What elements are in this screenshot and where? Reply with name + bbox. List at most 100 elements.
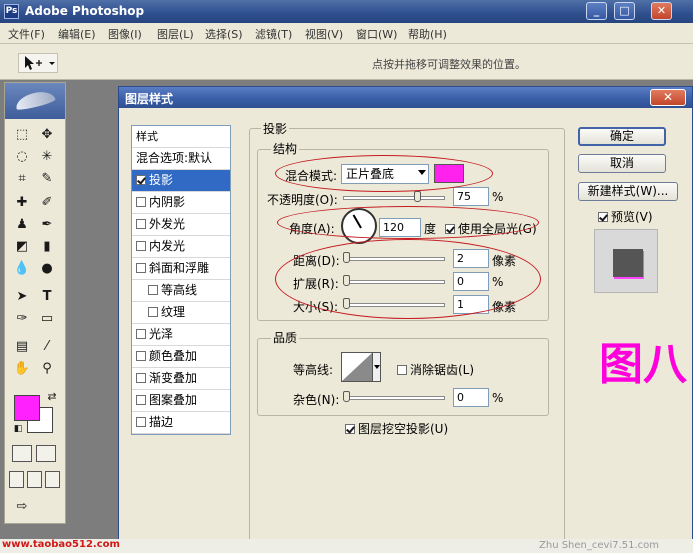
style-item-contour[interactable]: 等高线 <box>132 280 230 302</box>
dodge-tool-icon[interactable]: ● <box>36 259 58 279</box>
ok-button[interactable]: 确定 <box>578 127 666 146</box>
inner-glow-checkbox[interactable] <box>136 241 146 251</box>
anti-alias-checkbox[interactable] <box>397 365 407 375</box>
preview-thumbnail <box>613 249 643 277</box>
move-tool-icon[interactable]: ✥ <box>36 125 58 145</box>
foreground-color[interactable] <box>14 395 40 421</box>
outer-glow-checkbox[interactable] <box>136 219 146 229</box>
screen-mode-menu[interactable] <box>27 471 42 488</box>
healing-brush-icon[interactable]: ✚ <box>11 193 33 213</box>
app-title: Adobe Photoshop <box>25 4 145 18</box>
history-brush-icon[interactable]: ✒ <box>36 215 58 235</box>
notes-tool-icon[interactable]: ▤ <box>11 337 33 357</box>
eyedropper-icon[interactable]: ⁄ <box>36 337 58 357</box>
menu-view[interactable]: 视图(V) <box>305 26 343 42</box>
minimize-button[interactable]: _ <box>586 2 607 20</box>
zoom-tool-icon[interactable]: ⚲ <box>36 359 58 379</box>
inner-shadow-checkbox[interactable] <box>136 197 146 207</box>
toolbox-header <box>5 83 65 119</box>
opacity-slider[interactable] <box>343 196 445 200</box>
contour-checkbox[interactable] <box>148 285 158 295</box>
knockout-option[interactable]: 图层挖空投影(U) <box>345 420 448 437</box>
dialog-close-button[interactable]: ✕ <box>650 89 686 106</box>
noise-slider-handle[interactable] <box>343 391 350 402</box>
menu-help[interactable]: 帮助(H) <box>408 26 447 42</box>
knockout-checkbox[interactable] <box>345 424 355 434</box>
stamp-tool-icon[interactable]: ♟ <box>11 215 33 235</box>
type-tool-icon[interactable]: T <box>36 287 58 307</box>
brush-tool-icon[interactable]: ✐ <box>36 193 58 213</box>
style-item-satin[interactable]: 光泽 <box>132 324 230 346</box>
opacity-label: 不透明度(O): <box>267 193 338 207</box>
default-colors-icon[interactable]: ◧ <box>7 419 29 439</box>
marquee-tool-icon[interactable]: ⬚ <box>11 125 33 145</box>
style-list-header[interactable]: 样式 <box>132 126 230 148</box>
color-overlay-checkbox[interactable] <box>136 351 146 361</box>
new-style-button[interactable]: 新建样式(W)... <box>578 182 678 201</box>
cancel-button[interactable]: 取消 <box>578 154 666 173</box>
eraser-tool-icon[interactable]: ◩ <box>11 237 33 257</box>
hand-tool-icon[interactable]: ✋ <box>11 359 33 379</box>
options-hint: 点按并拖移可调整效果的位置。 <box>372 58 526 71</box>
style-item-color-overlay[interactable]: 颜色叠加 <box>132 346 230 368</box>
magic-wand-icon[interactable]: ✳ <box>36 147 58 167</box>
feather-logo-icon <box>13 88 57 112</box>
style-item-pattern-overlay[interactable]: 图案叠加 <box>132 390 230 412</box>
screen-mode-standard[interactable] <box>9 471 24 488</box>
noise-slider[interactable] <box>343 396 445 400</box>
texture-checkbox[interactable] <box>148 307 158 317</box>
screen-mode-full[interactable] <box>45 471 60 488</box>
satin-checkbox[interactable] <box>136 329 146 339</box>
contour-picker[interactable] <box>341 352 381 382</box>
quick-mask-button[interactable] <box>36 445 56 462</box>
style-item-drop-shadow[interactable]: 投影 <box>132 170 230 192</box>
style-item-gradient-overlay[interactable]: 渐变叠加 <box>132 368 230 390</box>
opacity-input[interactable]: 75 <box>453 187 489 206</box>
path-select-icon[interactable]: ➤ <box>11 287 33 307</box>
style-item-texture[interactable]: 纹理 <box>132 302 230 324</box>
bevel-emboss-checkbox[interactable] <box>136 263 146 273</box>
chevron-down-icon[interactable] <box>372 353 380 381</box>
menu-select[interactable]: 选择(S) <box>205 26 243 42</box>
preview-checkbox[interactable] <box>598 212 608 222</box>
preview-option[interactable]: 预览(V) <box>598 208 653 225</box>
pattern-overlay-checkbox[interactable] <box>136 395 146 405</box>
tool-preset-picker[interactable] <box>18 53 58 73</box>
noise-input[interactable]: 0 <box>453 388 489 407</box>
shape-tool-icon[interactable]: ▭ <box>36 309 58 329</box>
standard-mode-button[interactable] <box>12 445 32 462</box>
style-item-stroke[interactable]: 描边 <box>132 412 230 434</box>
slice-tool-icon[interactable]: ✎ <box>36 169 58 189</box>
swap-colors-icon[interactable]: ⇄ <box>41 387 63 407</box>
crop-tool-icon[interactable]: ⌗ <box>11 169 33 189</box>
menu-image[interactable]: 图像(I) <box>108 26 142 42</box>
noise-label: 杂色(N): <box>293 393 340 407</box>
stroke-checkbox[interactable] <box>136 417 146 427</box>
menu-window[interactable]: 窗口(W) <box>356 26 397 42</box>
style-item-inner-shadow[interactable]: 内阴影 <box>132 192 230 214</box>
close-button[interactable]: ✕ <box>651 2 672 20</box>
menu-layer[interactable]: 图层(L) <box>157 26 194 42</box>
drop-shadow-checkbox[interactable] <box>136 175 146 185</box>
gradient-overlay-checkbox[interactable] <box>136 373 146 383</box>
pen-tool-icon[interactable]: ✑ <box>11 309 33 329</box>
style-item-bevel-emboss[interactable]: 斜面和浮雕 <box>132 258 230 280</box>
contour-preview-icon <box>342 353 372 381</box>
jump-to-imageready-icon[interactable]: ⇨ <box>11 497 33 517</box>
maximize-button[interactable]: □ <box>614 2 635 20</box>
style-item-inner-glow[interactable]: 内发光 <box>132 236 230 258</box>
lasso-tool-icon[interactable]: ◌ <box>11 147 33 167</box>
menu-filter[interactable]: 滤镜(T) <box>255 26 292 42</box>
opacity-slider-handle[interactable] <box>414 191 422 202</box>
anti-alias-option[interactable]: 消除锯齿(L) <box>397 361 474 378</box>
figure-label: 图八 <box>599 339 687 390</box>
blur-tool-icon[interactable]: 💧 <box>11 259 33 279</box>
drop-shadow-title: 投影 <box>261 120 290 137</box>
menu-file[interactable]: 文件(F) <box>8 26 45 42</box>
menu-edit[interactable]: 编辑(E) <box>58 26 96 42</box>
move-tool-icon <box>25 56 55 70</box>
blend-options-item[interactable]: 混合选项:默认 <box>132 148 230 170</box>
gradient-tool-icon[interactable]: ▮ <box>36 237 58 257</box>
style-preview <box>594 229 658 293</box>
style-item-outer-glow[interactable]: 外发光 <box>132 214 230 236</box>
